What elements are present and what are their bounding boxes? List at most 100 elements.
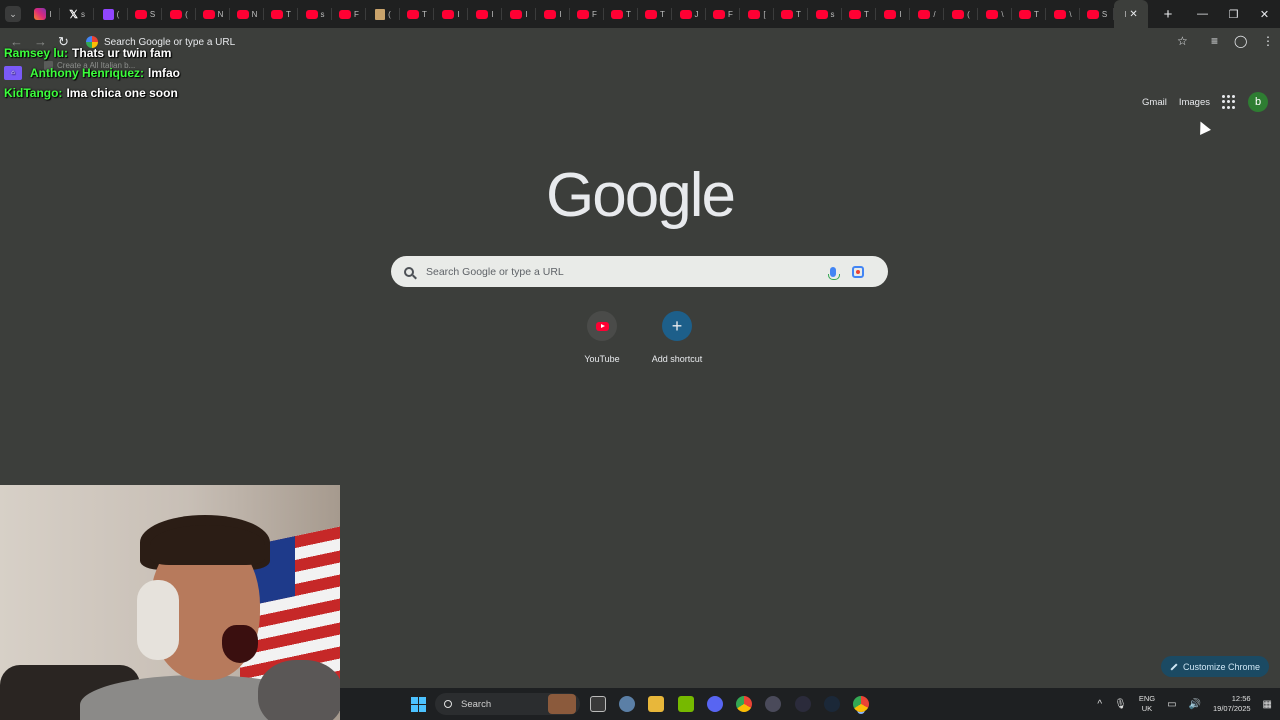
tab-title: [ bbox=[763, 9, 766, 19]
tab-list: I 𝕏s (S (N N Ts F (T I I I I F T T J F [Ts T I / (\ T \ S bbox=[26, 0, 1114, 28]
account-avatar[interactable]: b bbox=[1248, 92, 1268, 112]
tab[interactable]: I bbox=[434, 0, 468, 28]
task-view-icon[interactable] bbox=[590, 696, 606, 712]
taskbar-search[interactable]: Search bbox=[435, 693, 580, 715]
media-controls-icon[interactable]: ≡ bbox=[1211, 34, 1218, 48]
chrome-active-icon[interactable] bbox=[853, 696, 869, 712]
search-input[interactable] bbox=[426, 265, 816, 278]
new-tab-button[interactable]: + bbox=[1154, 6, 1182, 23]
chat-message: Ramsey lu: Thats ur twin fam bbox=[4, 43, 180, 63]
steam-icon[interactable] bbox=[824, 696, 840, 712]
volume-icon[interactable]: 🔊 bbox=[1189, 699, 1201, 710]
voice-search-icon[interactable] bbox=[828, 266, 840, 280]
tab[interactable]: N bbox=[230, 0, 264, 28]
file-explorer-icon[interactable] bbox=[648, 696, 664, 712]
tab[interactable]: T bbox=[604, 0, 638, 28]
tab[interactable]: ( bbox=[944, 0, 978, 28]
google-apps-icon[interactable] bbox=[1222, 95, 1236, 109]
tab[interactable]: s bbox=[808, 0, 842, 28]
tab[interactable]: s bbox=[298, 0, 332, 28]
tab[interactable]: T bbox=[774, 0, 808, 28]
tab[interactable]: T bbox=[264, 0, 298, 28]
tab[interactable]: T bbox=[638, 0, 672, 28]
notification-icon[interactable]: ▦ bbox=[1263, 699, 1272, 710]
taskbar-search-label: Search bbox=[461, 698, 492, 710]
gmail-link[interactable]: Gmail bbox=[1142, 97, 1167, 108]
tab-title: ( bbox=[388, 9, 391, 19]
tab[interactable]: I bbox=[876, 0, 910, 28]
tab[interactable]: T bbox=[842, 0, 876, 28]
profile-icon[interactable]: ◯ bbox=[1234, 34, 1247, 48]
youtube-icon bbox=[544, 9, 557, 19]
lens-search-icon[interactable] bbox=[852, 265, 864, 278]
tab[interactable]: [ bbox=[740, 0, 774, 28]
restore-button[interactable]: ❐ bbox=[1218, 0, 1249, 28]
youtube-icon bbox=[1019, 9, 1032, 19]
chevron-up-icon[interactable]: ^ bbox=[1097, 699, 1102, 710]
customize-chrome-button[interactable]: Customize Chrome bbox=[1161, 656, 1269, 677]
minimize-button[interactable]: — bbox=[1187, 0, 1218, 28]
search-box[interactable] bbox=[391, 256, 888, 287]
tab[interactable]: J bbox=[672, 0, 706, 28]
doc-icon bbox=[375, 8, 386, 20]
shortcut-add[interactable]: + Add shortcut bbox=[637, 311, 717, 364]
tab[interactable]: N bbox=[196, 0, 230, 28]
chrome-icon[interactable] bbox=[736, 696, 752, 712]
tab[interactable]: I bbox=[536, 0, 570, 28]
chat-text: lmfao bbox=[148, 66, 181, 80]
tab[interactable]: ( bbox=[94, 0, 128, 28]
tab-title: F bbox=[728, 9, 733, 19]
tab[interactable]: I bbox=[468, 0, 502, 28]
chat-badge-icon: ⌂ bbox=[4, 66, 22, 80]
youtube-icon bbox=[587, 311, 617, 341]
microphone-icon[interactable]: 🎙 bbox=[1114, 699, 1127, 710]
tab[interactable]: ( bbox=[366, 0, 400, 28]
close-tab-icon[interactable]: ✕ bbox=[1129, 9, 1137, 20]
tab[interactable]: \ bbox=[978, 0, 1012, 28]
tab-active[interactable]: I ✕ bbox=[1114, 0, 1148, 28]
network-icon[interactable]: ▭ bbox=[1167, 699, 1176, 710]
settings-icon[interactable] bbox=[619, 696, 635, 712]
tab-title: T bbox=[864, 9, 869, 19]
windows-start-icon[interactable] bbox=[411, 697, 426, 712]
discord-icon[interactable] bbox=[707, 696, 723, 712]
tab[interactable]: S bbox=[128, 0, 162, 28]
youtube-icon bbox=[849, 9, 862, 19]
tab-title: T bbox=[422, 9, 427, 19]
address-bar[interactable]: Search Google or type a URL bbox=[80, 32, 1200, 52]
tab-title: N bbox=[251, 9, 258, 19]
tab[interactable]: S bbox=[1080, 0, 1114, 28]
menu-icon[interactable]: ⋮ bbox=[1262, 34, 1274, 48]
bookmark-star-icon[interactable]: ☆ bbox=[1177, 34, 1188, 48]
shortcut-youtube[interactable]: YouTube bbox=[562, 311, 642, 364]
app-icon[interactable] bbox=[765, 696, 781, 712]
arrow-app-icon[interactable] bbox=[795, 696, 811, 712]
tab-title: I bbox=[457, 9, 460, 19]
tab-title: ( bbox=[967, 9, 970, 19]
tab[interactable]: \ bbox=[1046, 0, 1080, 28]
tab[interactable]: I bbox=[26, 0, 60, 28]
headphones-image bbox=[137, 580, 179, 660]
search-highlight-icon bbox=[548, 694, 576, 714]
images-link[interactable]: Images bbox=[1179, 97, 1210, 108]
close-window-button[interactable]: ✕ bbox=[1249, 0, 1280, 28]
nvidia-icon[interactable] bbox=[678, 696, 694, 712]
tab[interactable]: F bbox=[570, 0, 604, 28]
tab[interactable]: F bbox=[706, 0, 740, 28]
tab[interactable]: 𝕏s bbox=[60, 0, 94, 28]
language-indicator[interactable]: ENG UK bbox=[1139, 694, 1155, 714]
tab-title: \ bbox=[1001, 9, 1004, 19]
tab[interactable]: / bbox=[910, 0, 944, 28]
tab-title: J bbox=[694, 9, 699, 19]
tab-search-button[interactable]: ⌄ bbox=[0, 0, 26, 28]
tab-title: / bbox=[933, 9, 936, 19]
tab[interactable]: T bbox=[1012, 0, 1046, 28]
tab[interactable]: T bbox=[400, 0, 434, 28]
clock[interactable]: 12:56 19/07/2025 bbox=[1213, 694, 1251, 714]
plus-icon: + bbox=[662, 311, 692, 341]
tab[interactable]: I bbox=[502, 0, 536, 28]
chat-message: KidTango: Ima chica one soon bbox=[4, 83, 180, 103]
tab[interactable]: ( bbox=[162, 0, 196, 28]
youtube-icon bbox=[952, 9, 965, 19]
tab[interactable]: F bbox=[332, 0, 366, 28]
